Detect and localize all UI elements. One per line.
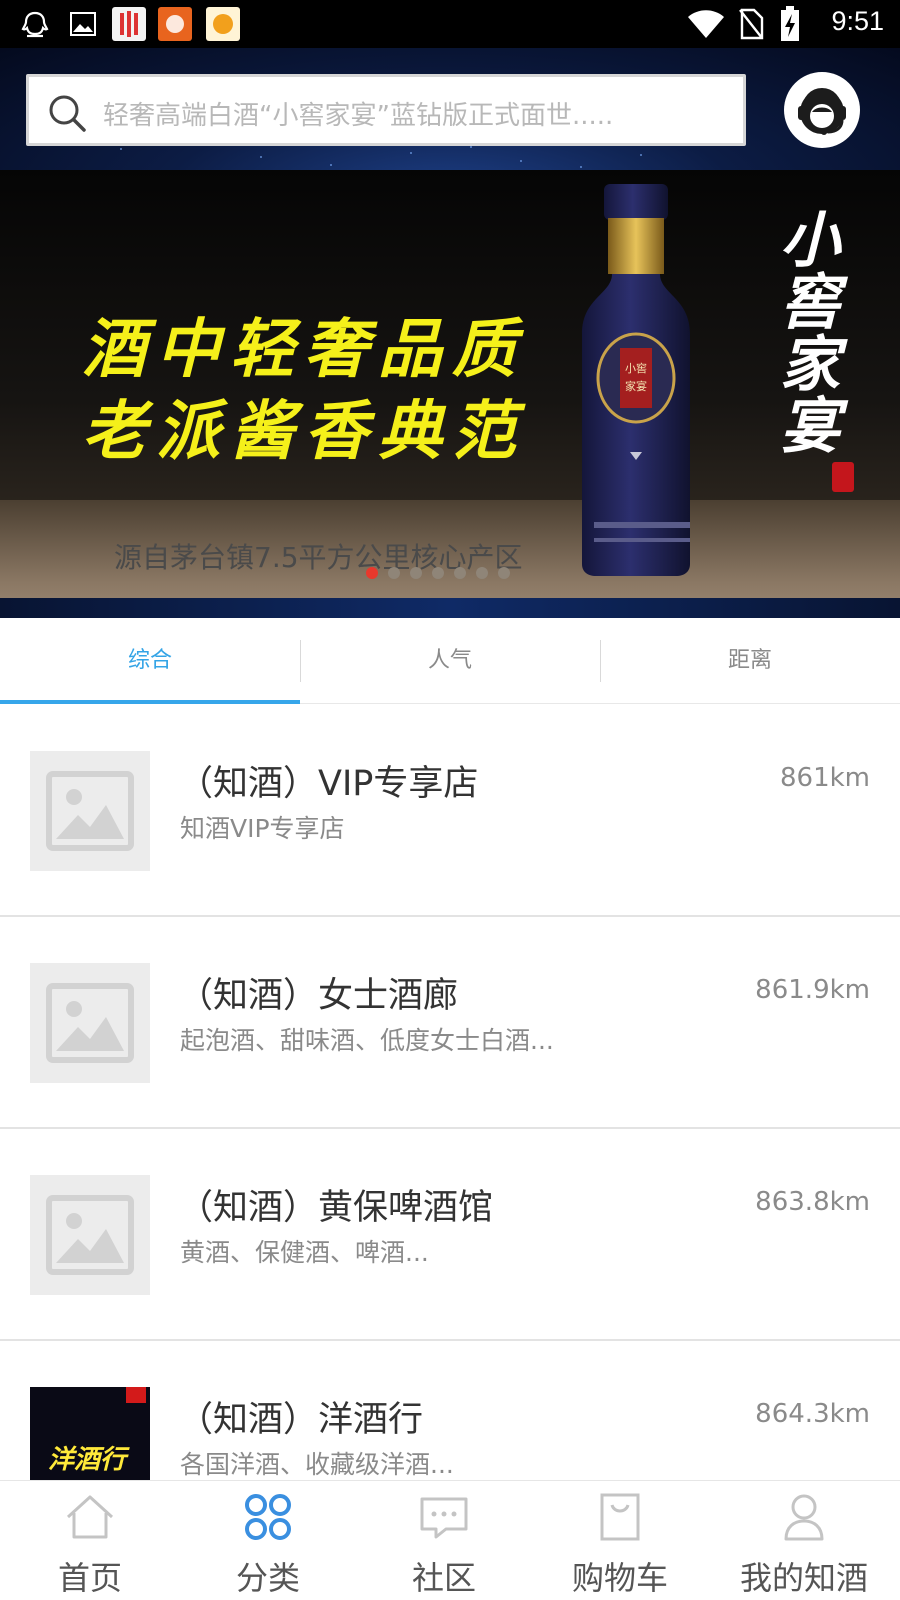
shop-distance: 863.8km — [755, 1187, 870, 1217]
shop-name: （知酒）女士酒廊 — [178, 976, 459, 1016]
tab-popularity[interactable]: 人气 — [300, 618, 600, 704]
cart-bag-icon — [600, 1493, 640, 1541]
nav-label: 分类 — [235, 1559, 300, 1597]
shop-list: （知酒）VIP专享店 知酒VIP专享店 861km （知酒）女士酒廊 起泡酒、甜… — [0, 705, 900, 1480]
sort-tabs: 综合 人气 距离 — [0, 618, 900, 704]
tab-label: 距离 — [727, 648, 772, 673]
no-sim-icon — [739, 8, 764, 40]
carousel-indicator — [366, 567, 510, 579]
customer-service-button[interactable] — [784, 72, 860, 148]
tab-label: 综合 — [127, 648, 172, 673]
shop-list-item[interactable]: （知酒）女士酒廊 起泡酒、甜味酒、低度女士白酒... 861.9km — [0, 917, 900, 1129]
nav-profile[interactable]: 我的知酒 — [708, 1481, 900, 1600]
shop-description: 起泡酒、甜味酒、低度女士白酒... — [180, 1026, 554, 1055]
carousel-dot[interactable] — [410, 567, 422, 579]
shop-thumbnail-placeholder — [30, 1175, 150, 1295]
tab-comprehensive[interactable]: 综合 — [0, 618, 300, 704]
nav-home[interactable]: 首页 — [0, 1481, 180, 1600]
image-placeholder-icon — [46, 1195, 134, 1275]
tab-label: 人气 — [427, 648, 472, 673]
app-icon-3 — [206, 7, 240, 41]
search-icon — [49, 95, 86, 132]
bottom-navigation: 首页 分类 社区 购物车 我的知酒 — [0, 1480, 900, 1600]
app-icon-2 — [158, 7, 192, 41]
carousel-dot[interactable] — [498, 567, 510, 579]
carousel-dot[interactable] — [454, 567, 466, 579]
image-placeholder-icon — [46, 771, 134, 851]
banner-slogan-line2: 老派酱香典范 — [82, 394, 526, 469]
tab-active-indicator — [0, 700, 300, 704]
nav-community[interactable]: 社区 — [354, 1481, 534, 1600]
nav-label: 购物车 — [571, 1559, 668, 1597]
home-icon — [66, 1495, 114, 1539]
shop-list-item[interactable]: 洋酒行 （知酒）洋酒行 各国洋酒、收藏级洋酒... 864.3km — [0, 1341, 900, 1480]
battery-charging-icon — [781, 6, 799, 41]
user-icon — [784, 1494, 824, 1541]
wifi-icon — [688, 10, 724, 38]
liquor-bottle-image: 小窖 家宴 — [582, 184, 690, 576]
shop-description: 黄酒、保健酒、啤酒... — [180, 1238, 429, 1267]
app-icon-1 — [112, 7, 146, 41]
brand-name-vertical: 小窖家宴 — [780, 206, 840, 462]
nav-label: 首页 — [57, 1559, 122, 1597]
svg-text:家宴: 家宴 — [625, 379, 647, 393]
tab-distance[interactable]: 距离 — [600, 618, 900, 704]
shop-name: （知酒）黄保啤酒馆 — [178, 1188, 494, 1228]
carousel-dot[interactable] — [388, 567, 400, 579]
image-icon — [70, 12, 96, 36]
shop-description: 各国洋酒、收藏级洋酒... — [180, 1450, 454, 1479]
nav-label: 我的知酒 — [739, 1559, 868, 1597]
thumbnail-text: 洋酒行 — [48, 1445, 127, 1475]
shop-name: （知酒）洋酒行 — [178, 1400, 424, 1440]
shop-distance: 861.9km — [755, 975, 870, 1005]
nav-cart[interactable]: 购物车 — [530, 1481, 710, 1600]
search-placeholder: 轻奢高端白酒“小窖家宴”蓝钻版正式面世..... — [103, 101, 614, 131]
shop-thumbnail-photo: 洋酒行 — [30, 1387, 150, 1480]
shop-distance: 864.3km — [755, 1399, 870, 1429]
image-placeholder-icon — [46, 983, 134, 1063]
shop-list-item[interactable]: （知酒）VIP专享店 知酒VIP专享店 861km — [0, 705, 900, 917]
carousel-dot[interactable] — [476, 567, 488, 579]
shop-list-item[interactable]: （知酒）黄保啤酒馆 黄酒、保健酒、啤酒... 863.8km — [0, 1129, 900, 1341]
nav-category[interactable]: 分类 — [178, 1481, 358, 1600]
nav-label: 社区 — [411, 1559, 476, 1597]
status-bar: 9:51 — [0, 0, 900, 48]
qq-icon — [21, 11, 49, 38]
shop-name: （知酒）VIP专享店 — [178, 764, 479, 804]
shop-thumbnail-placeholder — [30, 751, 150, 871]
customer-service-icon — [788, 76, 856, 144]
category-icon — [245, 1494, 291, 1540]
header: 轻奢高端白酒“小窖家宴”蓝钻版正式面世..... — [0, 48, 900, 170]
chat-icon — [420, 1497, 468, 1539]
promo-banner[interactable]: 酒中轻奢品质 老派酱香典范 小窖 家宴 小窖家宴 源自茅台镇7.5平方公里核心产… — [0, 170, 900, 618]
status-time: 9:51 — [831, 6, 884, 36]
shop-thumbnail-placeholder — [30, 963, 150, 1083]
carousel-dot[interactable] — [366, 567, 378, 579]
brand-seal — [832, 462, 854, 492]
carousel-dot[interactable] — [432, 567, 444, 579]
shop-distance: 861km — [779, 763, 870, 793]
svg-text:小窖: 小窖 — [625, 361, 647, 375]
search-input[interactable]: 轻奢高端白酒“小窖家宴”蓝钻版正式面世..... — [26, 74, 746, 146]
shop-description: 知酒VIP专享店 — [180, 814, 345, 843]
banner-slogan-line1: 酒中轻奢品质 — [82, 312, 526, 387]
